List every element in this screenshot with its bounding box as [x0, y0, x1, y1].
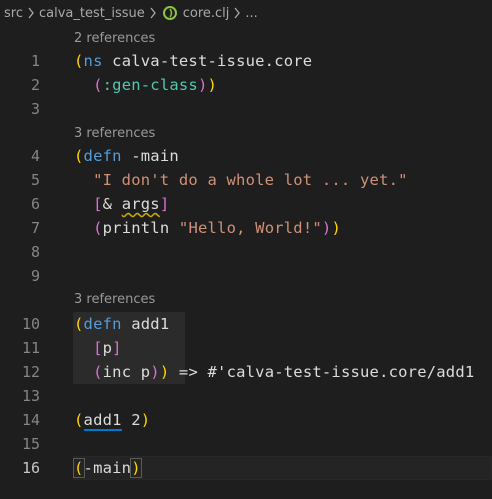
line-number: 10: [21, 315, 40, 333]
code-text: (-main): [73, 458, 142, 478]
code-line: 14 (add1 2): [0, 408, 492, 432]
code-text: [& args]: [93, 195, 170, 213]
line-number: 8: [30, 243, 40, 261]
code-text: (add1 2): [74, 411, 151, 431]
breadcrumb-src[interactable]: src: [4, 6, 23, 21]
line-number: 7: [30, 219, 40, 237]
breadcrumb-folder[interactable]: calva_test_issue: [39, 6, 145, 21]
code-editor[interactable]: 2 references 1 (ns calva-test-issue.core…: [0, 26, 492, 499]
code-lens-add1: 3 references: [74, 288, 155, 310]
code-line: 12 (inc p)) => #'calva-test-issue.core/a…: [0, 360, 492, 384]
code-text: (ns calva-test-issue.core: [74, 52, 313, 70]
unused-args-warning: args: [121, 195, 160, 213]
code-lens-main: 3 references: [74, 122, 155, 144]
clojure-file-icon: [162, 6, 177, 20]
breadcrumb-ellipsis[interactable]: ...: [245, 6, 257, 21]
code-line: 2 (:gen-class)): [0, 73, 492, 97]
chevron-right-icon: [27, 7, 35, 19]
code-lens-ns: 2 references: [74, 27, 155, 49]
code-text: (println "Hello, World!")): [93, 219, 341, 237]
line-number: 2: [30, 76, 40, 94]
references-link[interactable]: 2 references: [74, 31, 155, 46]
line-number: 3: [30, 100, 40, 118]
line-number: 9: [30, 267, 40, 285]
line-number: 5: [30, 171, 40, 189]
code-line: 7 (println "Hello, World!")): [0, 216, 492, 240]
code-line: 6 [& args]: [0, 192, 492, 216]
line-number: 12: [21, 363, 40, 381]
line-number: 14: [21, 411, 40, 429]
code-line: 3: [0, 97, 492, 121]
code-text: [p]: [93, 339, 122, 357]
code-line: 9: [0, 264, 492, 288]
code-line: 5 "I don't do a whole lot ... yet.": [0, 168, 492, 192]
line-number: 16: [21, 459, 40, 477]
code-line: 15: [0, 432, 492, 456]
code-line: 4 (defn -main: [0, 144, 492, 168]
references-link[interactable]: 3 references: [74, 126, 155, 141]
code-line: 11 [p]: [0, 336, 492, 360]
code-text: (defn add1: [74, 315, 170, 333]
inline-eval-result: => #'calva-test-issue.core/add1: [169, 363, 475, 381]
line-number: 4: [30, 147, 40, 165]
line-number: 6: [30, 195, 40, 213]
code-text: (inc p)) => #'calva-test-issue.core/add1: [93, 363, 475, 381]
breadcrumb-file[interactable]: core.clj: [183, 6, 230, 21]
chevron-right-icon: [233, 7, 241, 19]
line-number: 11: [21, 339, 40, 357]
code-text: (defn -main: [74, 147, 179, 165]
code-line: 16 (-main): [0, 456, 492, 480]
code-text: "I don't do a whole lot ... yet.": [93, 171, 408, 189]
line-number: 15: [21, 435, 40, 453]
code-line: 13: [0, 384, 492, 408]
breadcrumb: src calva_test_issue core.clj ...: [0, 0, 492, 26]
code-line: 1 (ns calva-test-issue.core: [0, 49, 492, 73]
chevron-right-icon: [149, 7, 157, 19]
line-number: 13: [21, 387, 40, 405]
symbol-reference: add1: [83, 411, 122, 431]
references-link[interactable]: 3 references: [74, 292, 155, 307]
code-line: 10 (defn add1: [0, 312, 492, 336]
line-number: 1: [30, 52, 40, 70]
code-line: 8: [0, 240, 492, 264]
code-text: (:gen-class)): [93, 76, 218, 94]
